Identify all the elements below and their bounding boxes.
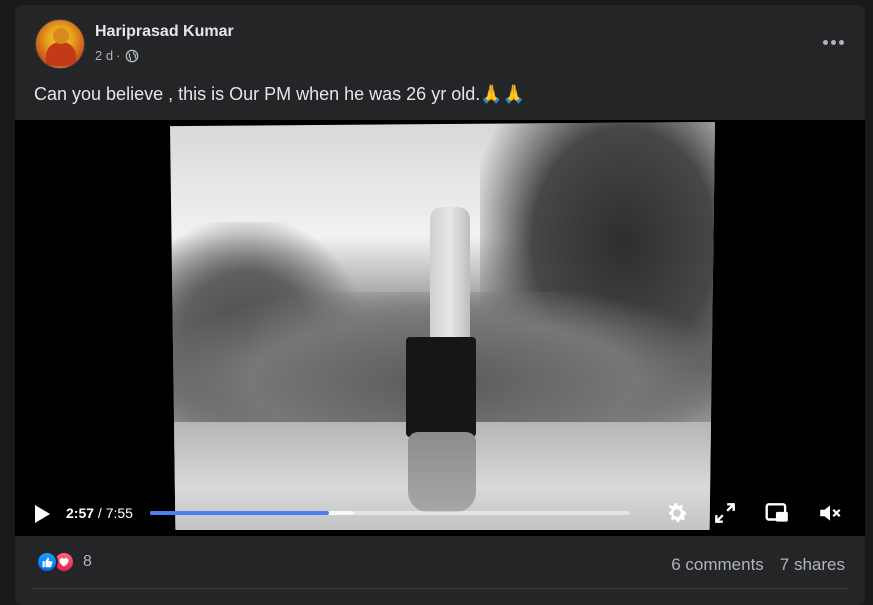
- meta-separator: ·: [116, 48, 121, 63]
- settings-icon[interactable]: [664, 500, 690, 526]
- reactions-summary[interactable]: 8: [36, 551, 92, 573]
- like-icon: [36, 551, 58, 573]
- video-player[interactable]: 2:57 / 7:55: [15, 120, 865, 536]
- play-icon[interactable]: [33, 504, 51, 524]
- post-text: Can you believe , this is Our PM when he…: [34, 84, 526, 104]
- footer-divider: [33, 588, 847, 589]
- post-header: Hariprasad Kumar 2 d ·: [15, 5, 865, 85]
- picture-in-picture-icon[interactable]: [764, 500, 790, 526]
- author-name[interactable]: Hariprasad Kumar: [95, 23, 234, 41]
- comments-count[interactable]: 6 comments: [671, 555, 764, 575]
- video-controls: 2:57 / 7:55: [15, 490, 865, 536]
- time-separator: /: [94, 505, 106, 521]
- current-time: 2:57: [66, 505, 95, 521]
- video-frame: [170, 122, 715, 530]
- fullscreen-icon[interactable]: [712, 500, 738, 526]
- more-dot: [830, 39, 836, 45]
- avatar-robe: [46, 42, 76, 66]
- muted-volume-icon[interactable]: [817, 500, 843, 526]
- frame-person-legs: [430, 207, 470, 352]
- avatar[interactable]: [35, 19, 85, 69]
- frame-person-shorts: [406, 337, 476, 437]
- post-card: Hariprasad Kumar 2 d · Can you believe ,…: [15, 5, 865, 605]
- globe-icon[interactable]: [125, 49, 139, 63]
- more-dot: [838, 39, 844, 45]
- avatar-head: [53, 28, 69, 44]
- post-footer: 8 6 comments 7 shares: [15, 536, 865, 596]
- more-dot: [822, 39, 828, 45]
- progress-fill: [150, 511, 330, 515]
- engagement-counts: 6 comments 7 shares: [671, 555, 845, 575]
- reaction-count[interactable]: 8: [83, 553, 92, 571]
- post-time[interactable]: 2 d: [95, 48, 113, 63]
- shares-count[interactable]: 7 shares: [780, 555, 845, 575]
- more-options-button[interactable]: [815, 29, 851, 55]
- time-display: 2:57 / 7:55: [66, 505, 133, 521]
- total-time: 7:55: [105, 505, 133, 521]
- post-meta: 2 d ·: [95, 48, 139, 63]
- progress-bar[interactable]: [150, 511, 630, 515]
